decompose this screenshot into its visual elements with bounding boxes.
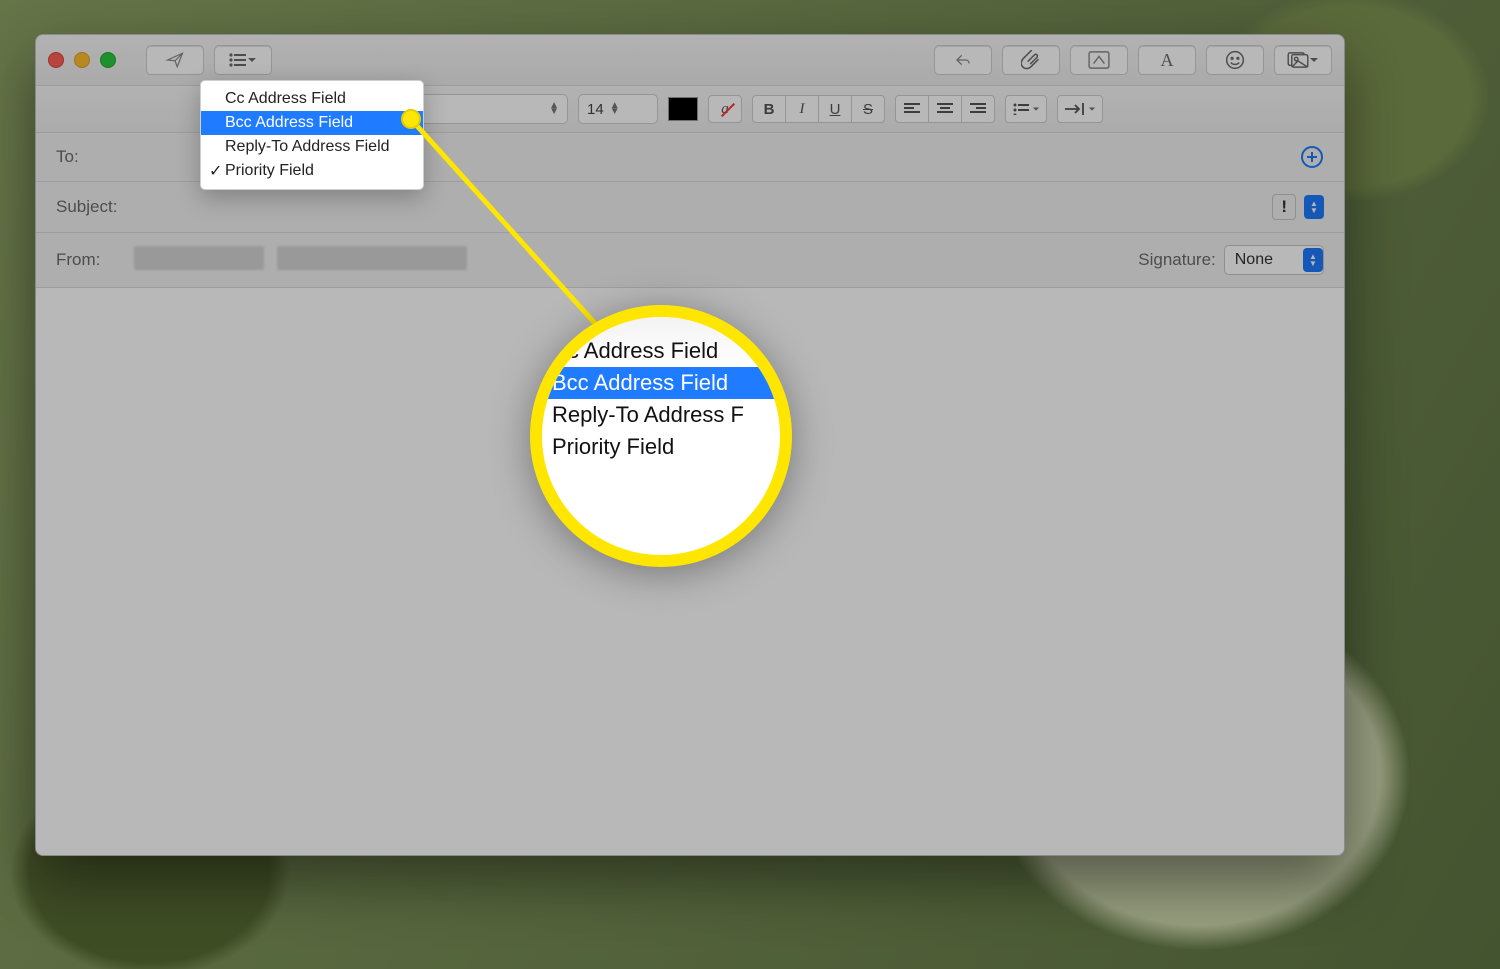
signature-value: None [1235, 251, 1303, 269]
attach-button[interactable] [1002, 45, 1060, 75]
reply-button[interactable] [934, 45, 992, 75]
bold-button[interactable]: B [752, 95, 786, 123]
stepper-icon: ▲▼ [610, 103, 620, 115]
emoji-button[interactable] [1206, 45, 1264, 75]
window-close-button[interactable] [48, 52, 64, 68]
align-left-button[interactable] [895, 95, 929, 123]
from-value-redacted[interactable] [134, 246, 467, 275]
align-right-icon [970, 103, 986, 115]
dropdown-item-bcc[interactable]: Bcc Address Field [201, 111, 423, 135]
photos-icon [1287, 52, 1309, 68]
strike-button[interactable]: S [851, 95, 885, 123]
annotation-magnifier: Cc Address Field Bcc Address Field Reply… [530, 305, 792, 567]
annotation-dot [401, 109, 421, 129]
list-style-button[interactable] [1005, 95, 1047, 123]
indent-icon [1065, 103, 1085, 115]
markup-button[interactable] [1070, 45, 1128, 75]
align-left-icon [904, 103, 920, 115]
reply-arrow-icon [952, 52, 974, 68]
format-button[interactable]: A [1138, 45, 1196, 75]
font-size-value: 14 [587, 101, 604, 118]
chevron-down-icon [247, 56, 257, 64]
markup-icon [1088, 51, 1110, 69]
indent-button[interactable] [1057, 95, 1103, 123]
text-style-group: B I U S [752, 95, 885, 123]
italic-icon: I [800, 101, 805, 118]
chevron-down-icon [1032, 106, 1040, 112]
align-center-icon [937, 103, 953, 115]
underline-button[interactable]: U [818, 95, 852, 123]
signature-label: Signature: [1138, 250, 1216, 270]
photo-browser-button[interactable] [1274, 45, 1332, 75]
header-fields-dropdown: Cc Address Field Bcc Address Field Reply… [200, 80, 424, 190]
list-indent-group [1005, 95, 1047, 123]
subject-label: Subject: [56, 197, 134, 217]
magnifier-item: Priority Field [534, 431, 792, 463]
priority-indicator[interactable]: ! [1272, 194, 1296, 220]
paperclip-icon [1021, 50, 1041, 70]
dropdown-item-cc[interactable]: Cc Address Field [201, 87, 423, 111]
stepper-icon: ▲▼ [549, 103, 559, 115]
subject-input[interactable] [134, 196, 1272, 218]
text-align-group [895, 95, 995, 123]
list-icon [229, 53, 247, 67]
text-background-color-button[interactable]: a [708, 95, 742, 123]
dropdown-item-label: Cc Address Field [225, 90, 346, 108]
dropdown-item-priority[interactable]: ✓ Priority Field [201, 159, 423, 183]
priority-stepper[interactable]: ▲▼ [1304, 195, 1324, 219]
header-fields-button[interactable] [214, 45, 272, 75]
desktop-background: A ▲▼ 14 ▲▼ a [0, 0, 1500, 969]
dropdown-item-label: Reply-To Address Field [225, 138, 390, 156]
text-color-swatch[interactable] [668, 97, 698, 121]
magnifier-item: Cc Address Field [534, 335, 792, 367]
align-center-button[interactable] [928, 95, 962, 123]
dropdown-item-label: Bcc Address Field [225, 114, 353, 132]
magnifier-item: Reply-To Address F [534, 399, 792, 431]
signature-select[interactable]: None ▲▼ [1224, 245, 1324, 275]
dropdown-item-replyto[interactable]: Reply-To Address Field [201, 135, 423, 159]
bullet-list-icon [1013, 103, 1029, 115]
strike-icon: S [863, 101, 873, 118]
chevron-down-icon [1309, 56, 1319, 64]
dropdown-item-label: Priority Field [225, 162, 314, 180]
bold-icon: B [764, 101, 775, 118]
align-right-button[interactable] [961, 95, 995, 123]
titlebar: A [36, 35, 1344, 86]
send-button[interactable] [146, 45, 204, 75]
paperplane-icon [164, 51, 186, 69]
underline-icon: U [830, 101, 841, 118]
magnifier-item: Bcc Address Field [534, 367, 792, 399]
smiley-icon [1225, 50, 1245, 70]
checkmark-icon: ✓ [209, 161, 222, 181]
window-zoom-button[interactable] [100, 52, 116, 68]
to-label: To: [56, 147, 134, 167]
from-label: From: [56, 250, 134, 270]
font-size-select[interactable]: 14 ▲▼ [578, 94, 658, 124]
format-a-icon: A [1161, 50, 1174, 71]
add-recipient-button[interactable] [1300, 145, 1324, 169]
text-bg-icon: a [721, 101, 729, 118]
from-row: From: Signature: None ▲▼ [36, 233, 1344, 288]
window-minimize-button[interactable] [74, 52, 90, 68]
italic-button[interactable]: I [785, 95, 819, 123]
indent-group [1057, 95, 1103, 123]
chevron-down-icon [1088, 106, 1096, 112]
stepper-icon: ▲▼ [1303, 248, 1323, 272]
